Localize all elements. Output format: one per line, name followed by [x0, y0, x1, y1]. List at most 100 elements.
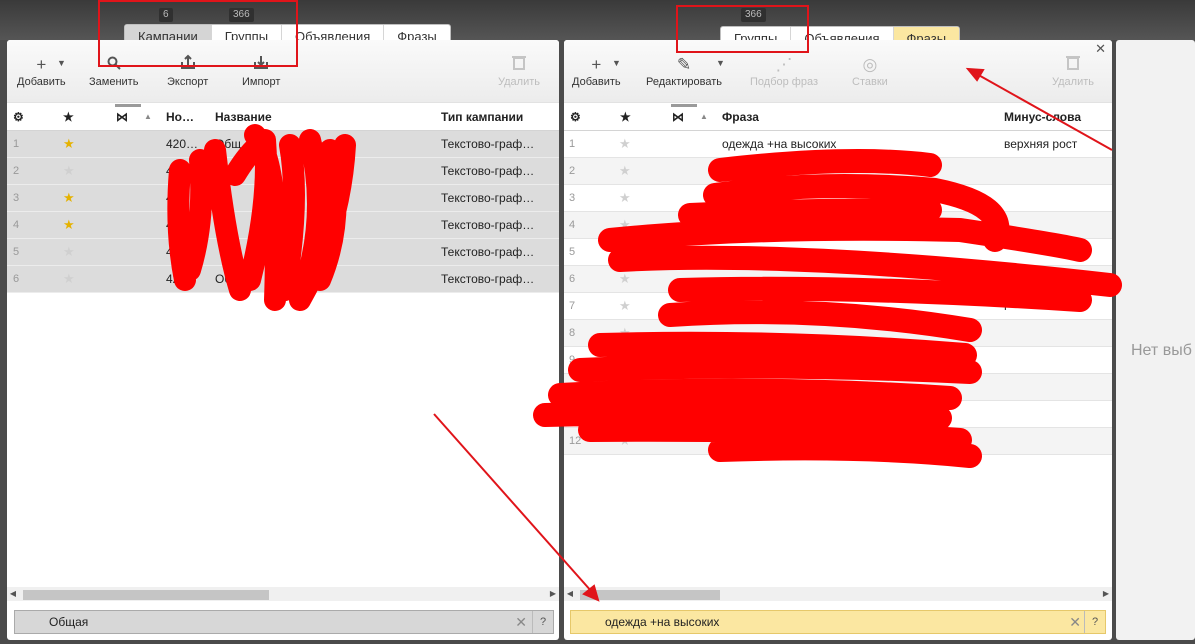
delete-button[interactable]: Удалить [498, 54, 540, 88]
trash-icon [1052, 54, 1094, 76]
sort-up-icon[interactable]: ▲ [700, 104, 708, 130]
column-number[interactable]: Но… [166, 104, 194, 130]
star-icon[interactable]: ★ [63, 185, 75, 211]
table-row[interactable]: 8 ★ [564, 320, 1112, 347]
minus-words [1004, 320, 1110, 346]
star-icon[interactable]: ★ [619, 239, 631, 265]
star-icon[interactable]: ★ [619, 212, 631, 238]
star-column-icon[interactable]: ★ [620, 104, 631, 130]
pencil-icon: ✎ [676, 55, 692, 74]
column-minus-words[interactable]: Минус-слова [1004, 104, 1081, 130]
clear-icon[interactable]: ✕ [1069, 611, 1081, 633]
table-row[interactable]: 4 ★ [564, 212, 1112, 239]
star-icon[interactable]: ★ [63, 158, 75, 184]
scroll-right-icon[interactable]: ▶ [547, 587, 559, 601]
row-number: 5 [13, 246, 20, 258]
star-icon[interactable]: ★ [619, 185, 631, 211]
table-row[interactable]: 4 ★ 4 Текстово-граф… [7, 212, 559, 239]
scroll-right-icon[interactable]: ▶ [1100, 587, 1112, 601]
table-row[interactable]: 1 ★ одежда +на высоких верхняя рост [564, 131, 1112, 158]
table-row[interactable]: 9 ★ [564, 347, 1112, 374]
campaigns-panel: + Добавить ▼ Заменить Экспорт Импорт Уда… [7, 40, 559, 640]
star-icon[interactable]: ★ [63, 239, 75, 265]
share-nodes-icon: ⋰ [775, 55, 793, 74]
help-button[interactable]: ? [1084, 611, 1105, 633]
sort-code-icon[interactable]: ⋈ [672, 104, 684, 130]
table-row[interactable]: 10 ★ [564, 374, 1112, 401]
star-icon[interactable]: ★ [63, 266, 75, 292]
help-button[interactable]: ? [532, 611, 553, 633]
star-icon[interactable]: ★ [619, 158, 631, 184]
campaigns-table-header: ⚙ ★ ⋈ ▲ Но… Название Тип кампании [7, 104, 559, 131]
campaign-type: Текстово-граф… [441, 164, 535, 178]
star-icon[interactable]: ★ [619, 293, 631, 319]
row-number: 4 [13, 219, 20, 231]
clear-icon[interactable]: ✕ [515, 611, 527, 633]
coin-icon: ◎ [862, 55, 878, 74]
star-column-icon[interactable]: ★ [63, 104, 74, 130]
minus-words [1004, 428, 1110, 454]
pick-phrases-button[interactable]: ⋰ Подбор фраз [750, 54, 818, 88]
star-icon[interactable]: ★ [619, 374, 631, 400]
column-phrase[interactable]: Фраза [722, 104, 759, 130]
annotation-box-left [98, 0, 298, 67]
campaigns-filter-text: Общая [49, 615, 89, 629]
star-icon[interactable]: ★ [619, 320, 631, 346]
row-number: 12 [569, 435, 582, 447]
scroll-thumb[interactable] [23, 590, 269, 600]
scroll-left-icon[interactable]: ◀ [7, 587, 19, 601]
add-button[interactable]: + Добавить ▼ [17, 54, 66, 88]
gear-icon[interactable]: ⚙ [13, 104, 24, 130]
campaign-number: 4 [166, 218, 173, 232]
phrase-text [722, 185, 992, 211]
campaign-name-tail: П [292, 137, 301, 151]
add-phrase-button[interactable]: + Добавить ▼ [572, 54, 621, 88]
edit-button[interactable]: ✎ Редактировать ▼ [646, 54, 725, 88]
star-icon[interactable]: ★ [63, 131, 75, 157]
phrases-hscroll[interactable]: ◀ ▶ [564, 587, 1112, 601]
table-row[interactable]: 5 ★ 4 а П Текстово-граф… [7, 239, 559, 266]
minus-words [1004, 401, 1110, 427]
bids-button[interactable]: ◎ Ставки [852, 54, 888, 88]
star-icon[interactable]: ★ [63, 212, 75, 238]
row-number: 10 [569, 381, 582, 393]
sort-code-icon[interactable]: ⋈ [116, 104, 128, 130]
campaigns-hscroll[interactable]: ◀ ▶ [7, 587, 559, 601]
star-icon[interactable]: ★ [619, 428, 631, 454]
details-panel: Нет выб [1116, 40, 1195, 640]
table-row[interactable]: 12 ★ [564, 428, 1112, 455]
table-row[interactable]: 5 ★ [564, 239, 1112, 266]
campaign-name-tail [292, 185, 332, 211]
star-icon[interactable]: ★ [619, 131, 631, 157]
campaigns-filter[interactable]: Общая ✕ ? [14, 610, 554, 634]
table-row[interactable]: 2 ★ 4 Текстово-граф… [7, 158, 559, 185]
table-row[interactable]: 7 ★ г [564, 293, 1112, 320]
phrases-panel: ✕ + Добавить ▼ ✎ Редактировать ▼ ⋰ Подбо… [564, 40, 1112, 640]
campaign-type: Текстово-граф… [441, 272, 535, 286]
scroll-left-icon[interactable]: ◀ [564, 587, 576, 601]
phrases-filter[interactable]: одежда +на высоких ✕ ? [570, 610, 1106, 634]
table-row[interactable]: 11 ★ [564, 401, 1112, 428]
row-number: 2 [569, 165, 576, 177]
chevron-down-icon: ▼ [716, 58, 725, 68]
table-row[interactable]: 3 ★ 4 Текстово-граф… [7, 185, 559, 212]
table-row[interactable]: 6 ★ 42 Общая Текстово-граф… [7, 266, 559, 293]
annotation-box-right [676, 5, 809, 53]
table-row[interactable]: 2 ★ [564, 158, 1112, 185]
star-icon[interactable]: ★ [619, 266, 631, 292]
column-name[interactable]: Название [215, 104, 272, 130]
chevron-down-icon: ▼ [612, 58, 621, 68]
minus-words [1004, 185, 1110, 211]
star-icon[interactable]: ★ [619, 347, 631, 373]
column-type[interactable]: Тип кампании [441, 104, 523, 130]
scroll-thumb[interactable] [580, 590, 720, 600]
sort-up-icon[interactable]: ▲ [144, 104, 152, 130]
no-selection-text: Нет выб [1131, 342, 1192, 359]
table-row[interactable]: 1 ★ 420… Общ П Текстово-граф… [7, 131, 559, 158]
table-row[interactable]: 6 ★ [564, 266, 1112, 293]
close-icon[interactable]: ✕ [1095, 41, 1106, 57]
star-icon[interactable]: ★ [619, 401, 631, 427]
table-row[interactable]: 3 ★ [564, 185, 1112, 212]
delete-phrase-button[interactable]: Удалить [1052, 54, 1094, 88]
gear-icon[interactable]: ⚙ [570, 104, 581, 130]
